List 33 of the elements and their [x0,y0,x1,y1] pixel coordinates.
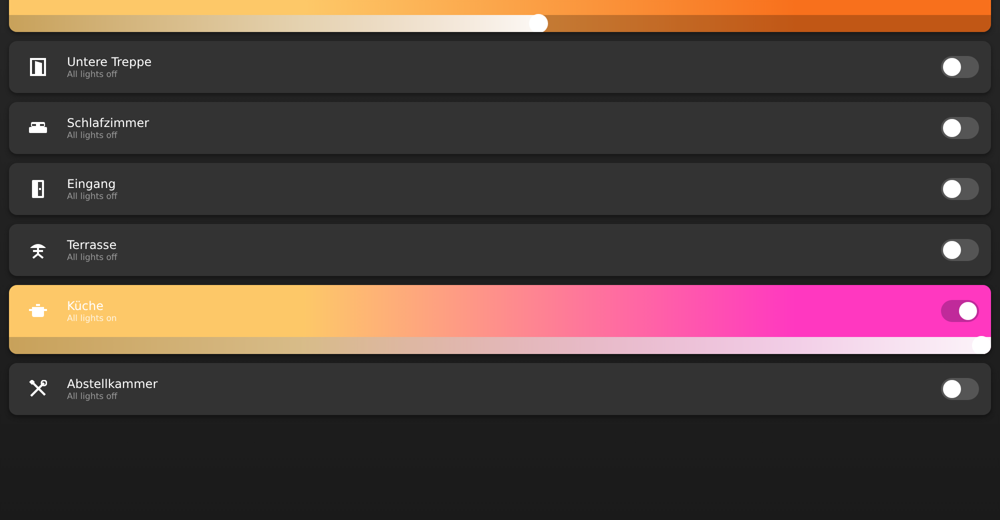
room-status: All lights off [67,192,118,202]
brightness-slider[interactable] [9,337,991,354]
slider-thumb[interactable] [529,14,548,32]
toggle-switch[interactable] [941,178,979,200]
room-name: Terrasse [67,238,118,252]
room-card[interactable]: Abstellkammer All lights off [9,363,991,415]
room-status: All lights off [67,70,118,80]
room-name: Untere Treppe [67,54,153,68]
room-status: All lights off [67,130,118,140]
toggle-switch[interactable] [941,56,979,78]
brightness-slider[interactable] [9,15,991,32]
room-name: Schlafzimmer [67,116,150,130]
room-name: Abstellkammer [67,376,159,390]
door-icon [30,58,46,76]
toggle-switch[interactable] [941,300,979,322]
pot-icon [29,304,47,318]
room-name: Eingang [67,176,117,190]
room-card[interactable]: Eingang All lights off [9,163,991,215]
room-card[interactable]: Schlafzimmer All lights off [9,102,991,154]
room-status: All lights on [67,314,118,324]
door-icon [32,180,44,198]
slider-thumb[interactable] [972,336,991,354]
room-name: Küche [67,298,104,312]
room-status: All lights off [67,252,118,262]
tools-icon [29,380,47,398]
bed-icon [29,122,47,134]
room-card[interactable]: Untere Treppe All lights off [9,41,991,93]
toggle-switch[interactable] [941,117,979,139]
parasol-icon [29,241,47,259]
toggle-switch[interactable] [941,239,979,261]
room-status: All lights off [67,392,118,402]
toggle-switch[interactable] [941,378,979,400]
room-card[interactable]: Terrasse All lights off [9,224,991,276]
